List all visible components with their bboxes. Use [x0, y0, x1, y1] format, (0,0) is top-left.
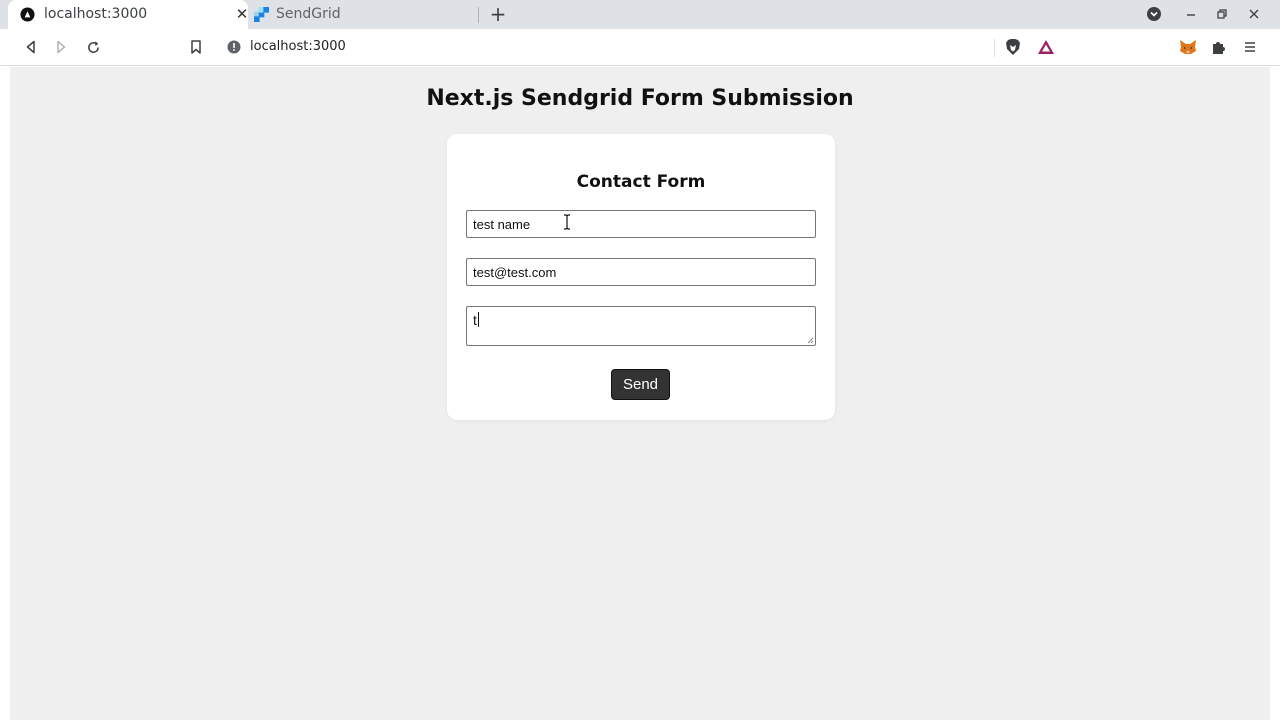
tab-title: localhost:3000 [44, 6, 148, 22]
tab-title: SendGrid [276, 6, 341, 22]
brave-rewards-button[interactable] [1037, 38, 1055, 56]
metamask-button[interactable] [1179, 38, 1197, 56]
tab-sendgrid[interactable]: SendGrid [248, 0, 478, 29]
brave-lion-icon [1006, 39, 1020, 55]
menu-button[interactable] [1241, 38, 1259, 56]
back-button[interactable] [22, 38, 40, 56]
hamburger-menu-icon [1245, 42, 1255, 52]
tab-separator [478, 7, 479, 23]
email-value: test@test.com [473, 264, 557, 280]
info-icon[interactable] [227, 40, 241, 54]
bookmark-icon [191, 40, 201, 54]
extensions-button[interactable] [1210, 38, 1228, 56]
browser-toolbar: localhost:3000 [0, 29, 1280, 66]
nextjs-icon [20, 7, 35, 22]
bookmark-button[interactable] [187, 38, 205, 56]
tab-localhost[interactable]: localhost:3000 ✕ [8, 0, 248, 29]
mouse-text-cursor-icon [564, 214, 570, 230]
window-close-icon[interactable] [1246, 6, 1262, 22]
restore-icon[interactable] [1214, 6, 1230, 22]
email-input[interactable]: test@test.com [466, 258, 816, 286]
back-icon [26, 40, 35, 54]
message-textarea[interactable]: t [466, 306, 816, 346]
puzzle-icon [1213, 42, 1225, 54]
forward-button[interactable] [52, 38, 70, 56]
minimize-icon[interactable] [1183, 6, 1199, 22]
send-button[interactable]: Send [611, 369, 670, 400]
page-title: Next.js Sendgrid Form Submission [426, 86, 854, 111]
sendgrid-icon [254, 7, 269, 22]
address-bar[interactable]: localhost:3000 [217, 33, 1065, 62]
tab-strip: localhost:3000 ✕ SendGrid + [0, 0, 1280, 29]
name-input[interactable]: test name [466, 210, 816, 238]
name-value: test name [473, 216, 531, 232]
new-tab-button[interactable]: + [489, 4, 507, 24]
url-text: localhost:3000 [250, 39, 346, 54]
reload-button[interactable] [84, 38, 102, 56]
forward-icon [57, 40, 66, 54]
tab-search-icon[interactable] [1146, 6, 1162, 22]
rewards-triangle-icon [1038, 40, 1054, 54]
contact-form-card: Contact Form test name test@test.com t S… [447, 134, 835, 420]
text-caret [477, 312, 479, 327]
reload-icon [87, 40, 99, 53]
resize-grip-icon[interactable] [806, 336, 814, 344]
form-title: Contact Form [576, 172, 706, 192]
page-viewport: Next.js Sendgrid Form Submission Contact… [10, 67, 1270, 720]
message-value: t [473, 312, 477, 328]
brave-shields-button[interactable] [1004, 38, 1022, 56]
omnibox-divider [994, 39, 995, 57]
metamask-fox-icon [1180, 40, 1196, 54]
